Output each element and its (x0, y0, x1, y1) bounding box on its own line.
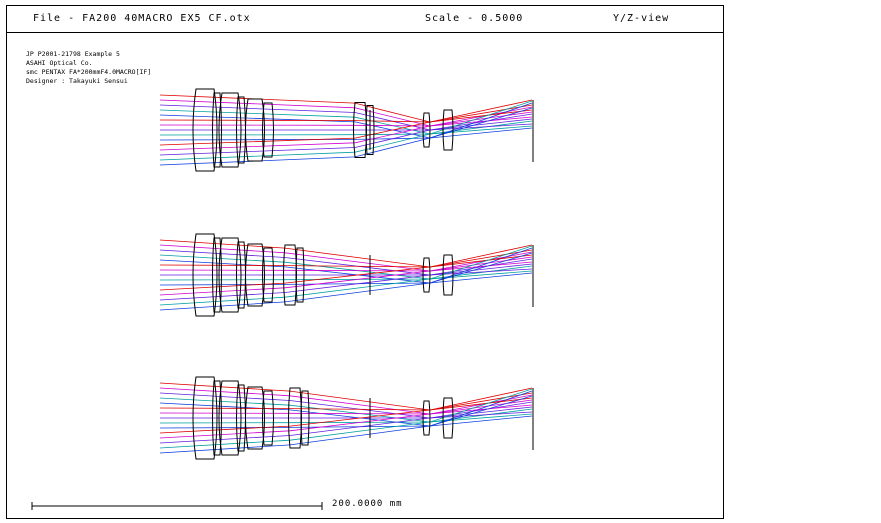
lens-element (442, 254, 454, 296)
lens-element (442, 397, 454, 439)
lens-config-2 (159, 233, 534, 317)
lens-config-1 (159, 88, 534, 172)
scale-bar (31, 502, 323, 510)
lens-config-3 (159, 376, 534, 460)
scale-bar-label: 200.0000 mm (332, 499, 403, 509)
lens-layout-diagram (31, 88, 534, 510)
lens-element (442, 109, 454, 151)
